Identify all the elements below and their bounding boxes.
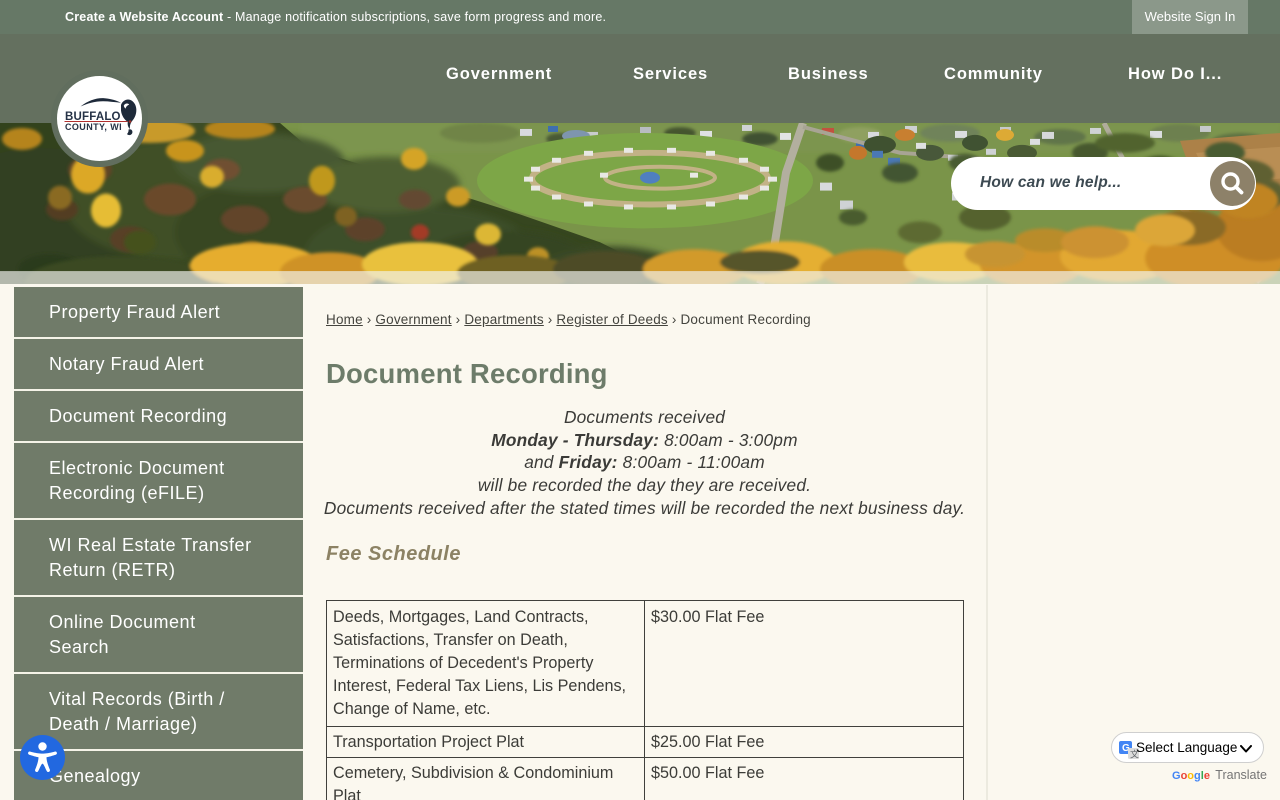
svg-text:COUNTY, WI: COUNTY, WI [65,122,122,132]
